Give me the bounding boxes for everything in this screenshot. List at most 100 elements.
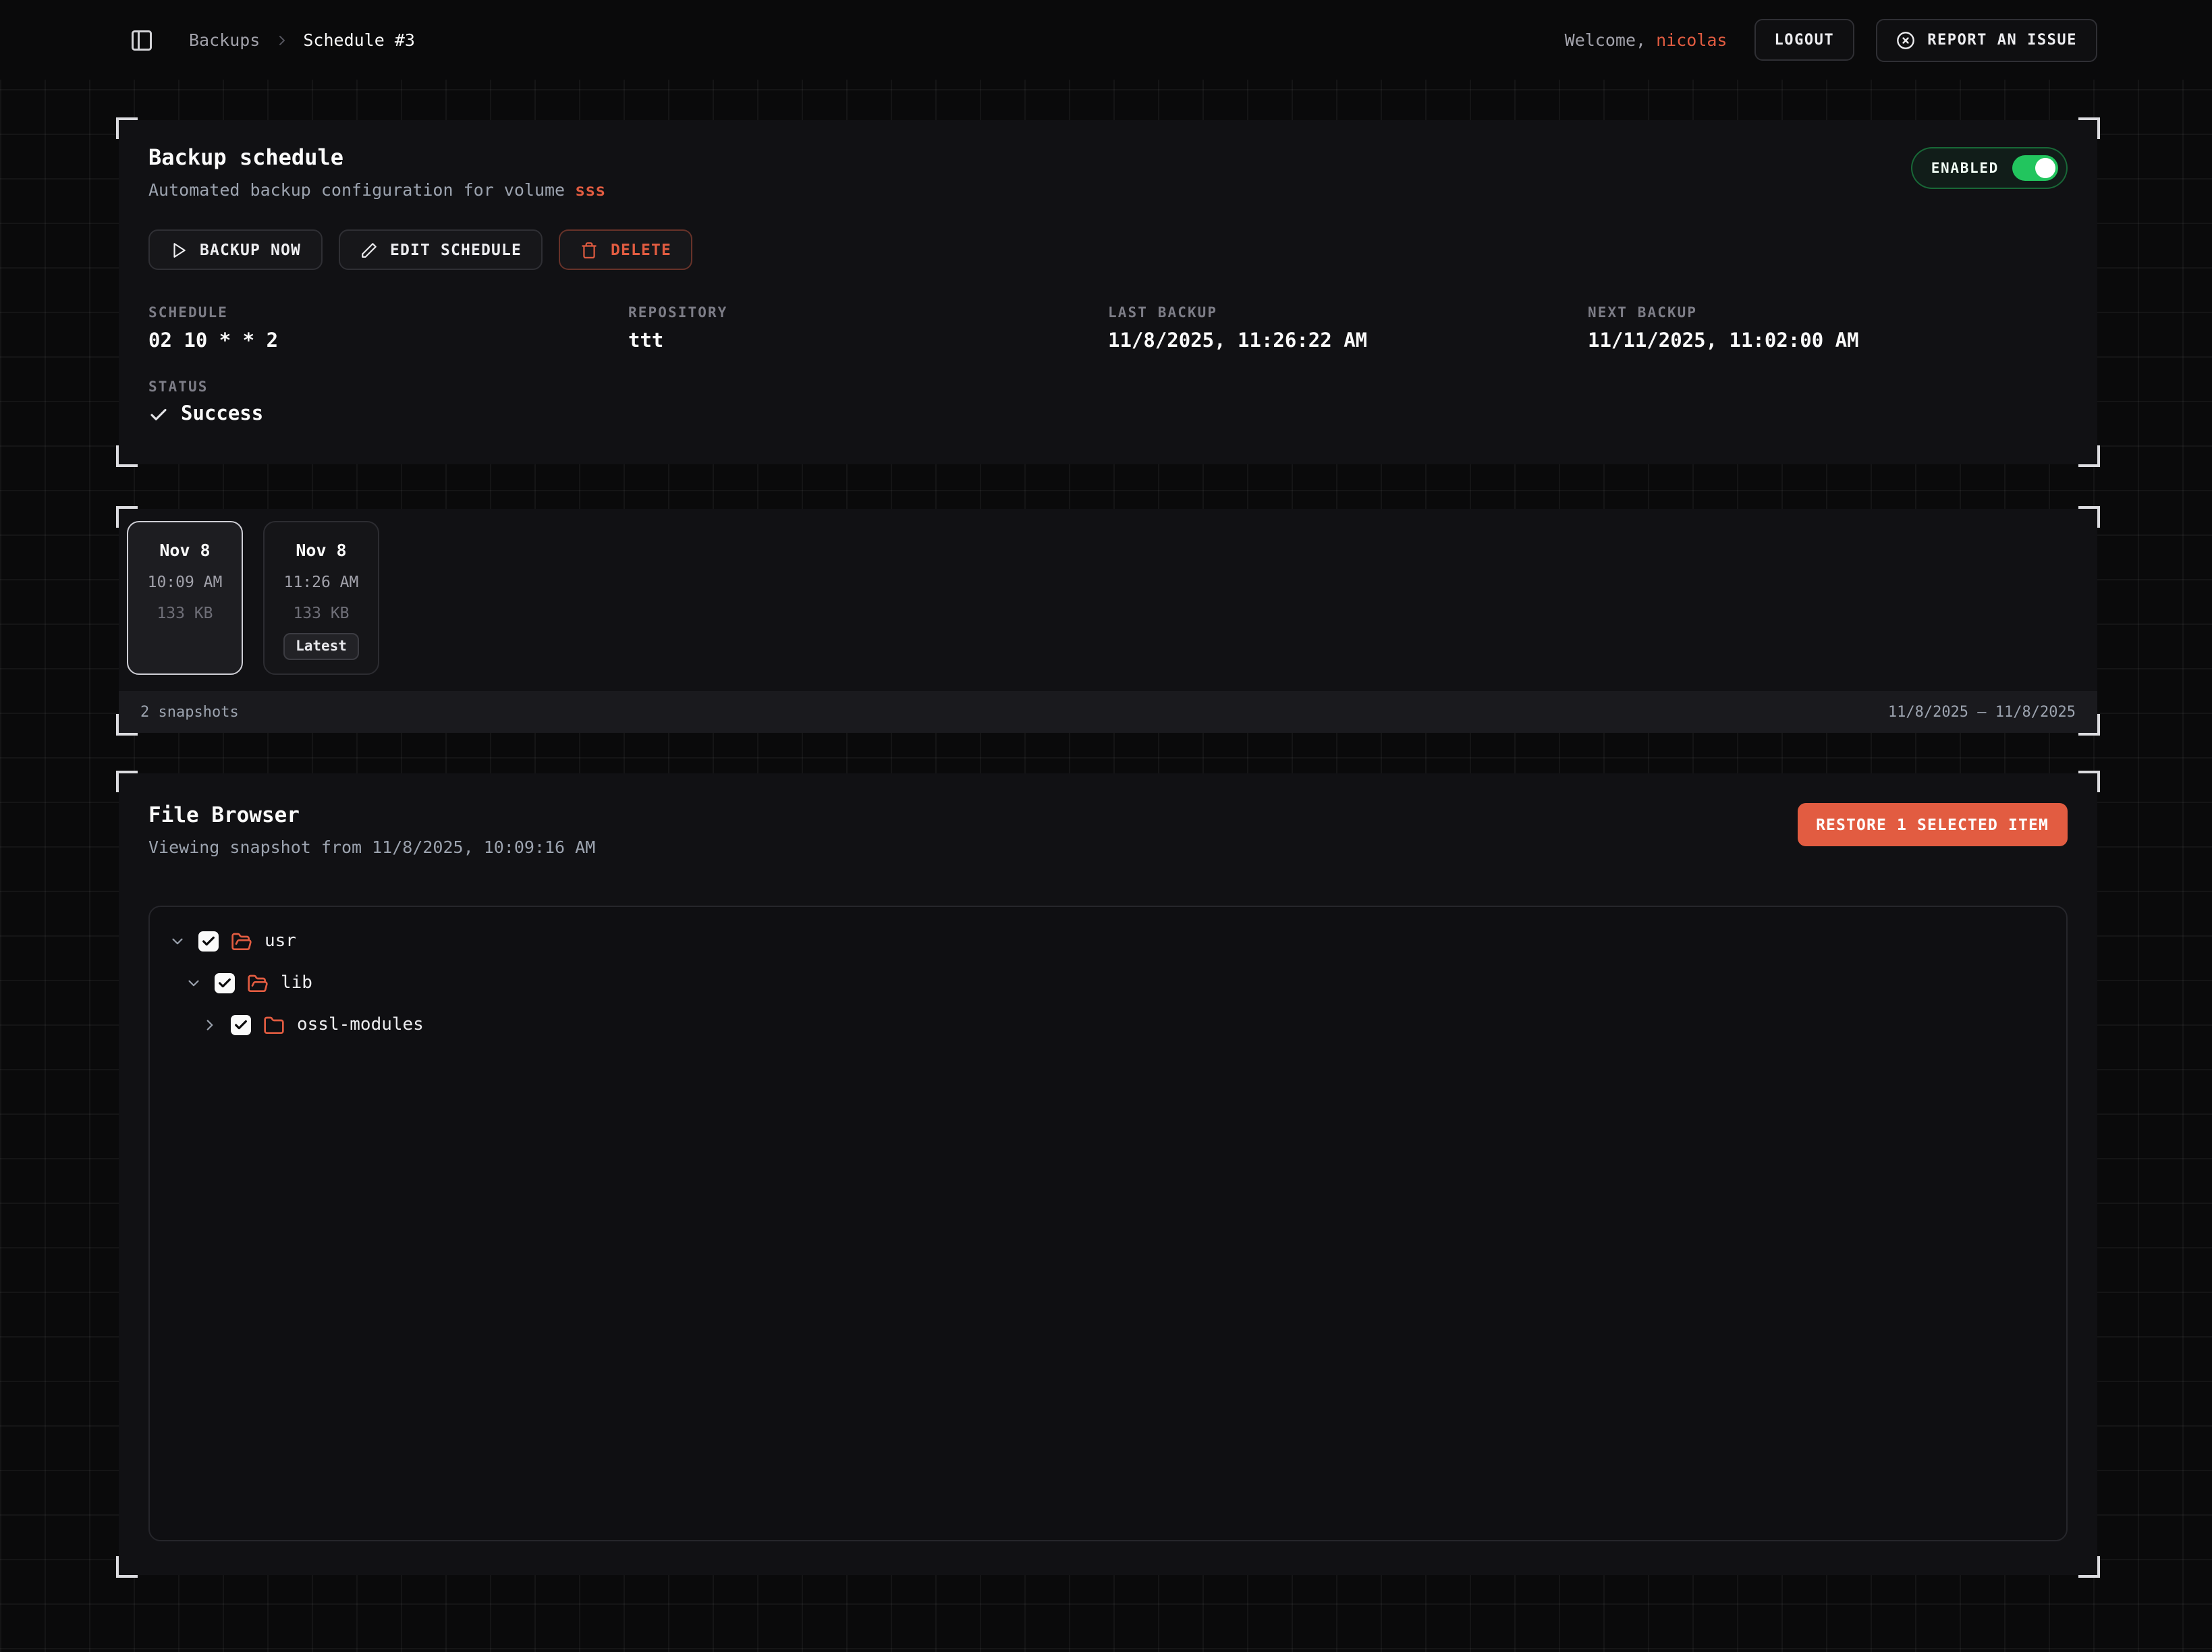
snapshot-card[interactable]: Nov 8 10:09 AM 133 KB — [127, 521, 243, 675]
schedule-actions: BACKUP NOW EDIT SCHEDULE DELETE — [148, 229, 2068, 270]
status-text: Success — [181, 404, 263, 425]
status-label: STATUS — [148, 379, 2068, 395]
welcome-text: Welcome, nicolas — [1565, 30, 1727, 50]
file-browser-card: File Browser Viewing snapshot from 11/8/… — [119, 773, 2097, 1575]
chevron-right-icon[interactable] — [201, 1016, 219, 1034]
restore-button-label: RESTORE 1 SELECTED ITEM — [1816, 815, 2049, 834]
snapshots-footer: 2 snapshots 11/8/2025 – 11/8/2025 — [119, 691, 2097, 733]
field-value: 11/8/2025, 11:26:22 AM — [1108, 331, 1588, 352]
file-browser-subtitle: Viewing snapshot from 11/8/2025, 10:09:1… — [148, 837, 595, 857]
field-label: NEXT BACKUP — [1588, 305, 2068, 321]
folder-open-icon — [231, 931, 252, 952]
edit-schedule-label: EDIT SCHEDULE — [390, 240, 522, 259]
logout-button-label: LOGOUT — [1775, 31, 1835, 49]
play-icon — [170, 241, 188, 258]
snapshot-size: 133 KB — [157, 603, 213, 622]
checkbox[interactable] — [198, 931, 219, 952]
tree-row[interactable]: ossl-modules — [169, 1004, 2047, 1046]
corner-bracket — [116, 1556, 138, 1578]
corner-bracket — [116, 117, 138, 139]
corner-bracket — [2078, 771, 2100, 792]
volume-name: sss — [575, 180, 605, 200]
field-label: LAST BACKUP — [1108, 305, 1588, 321]
header: Backups Schedule #3 Welcome, nicolas LOG… — [0, 0, 2212, 80]
backup-now-button[interactable]: BACKUP NOW — [148, 229, 323, 270]
check-icon — [233, 1018, 248, 1032]
snapshot-date: Nov 8 — [296, 540, 346, 560]
report-issue-button[interactable]: REPORT AN ISSUE — [1876, 18, 2097, 61]
field-value: 11/11/2025, 11:02:00 AM — [1588, 331, 2068, 352]
backup-schedule-card: Backup schedule Automated backup configu… — [119, 120, 2097, 464]
breadcrumb-backups[interactable]: Backups — [189, 30, 260, 50]
schedule-card-heading: Backup schedule Automated backup configu… — [148, 144, 605, 200]
field-value: 02 10 * * 2 — [148, 331, 628, 352]
file-browser-title: File Browser — [148, 803, 595, 827]
app-viewport: Backups Schedule #3 Welcome, nicolas LOG… — [0, 0, 2212, 1652]
panel-left-icon — [130, 28, 154, 52]
schedule-field: SCHEDULE 02 10 * * 2 — [148, 305, 628, 352]
file-tree: usr lib ossl-modules — [148, 906, 2068, 1541]
status-value: Success — [148, 404, 2068, 425]
snapshot-size: 133 KB — [293, 603, 349, 622]
backup-now-label: BACKUP NOW — [200, 240, 301, 259]
tree-item-label: ossl-modules — [297, 1015, 424, 1035]
edit-schedule-button[interactable]: EDIT SCHEDULE — [339, 229, 543, 270]
snapshot-time: 11:26 AM — [284, 572, 359, 591]
tree-row[interactable]: usr — [169, 920, 2047, 962]
header-right: Welcome, nicolas LOGOUT REPORT AN ISSUE — [1565, 18, 2097, 61]
trash-icon — [581, 241, 599, 258]
logout-button[interactable]: LOGOUT — [1754, 19, 1855, 61]
chevron-down-icon[interactable] — [169, 933, 186, 950]
snapshot-list: Nov 8 10:09 AM 133 KB Nov 8 11:26 AM 133 KB La… — [119, 509, 2097, 675]
enabled-toggle-label: ENABLED — [1931, 160, 1999, 176]
check-icon — [201, 934, 216, 949]
schedule-field: REPOSITORY ttt — [628, 305, 1108, 352]
toggle-switch[interactable] — [2012, 155, 2058, 181]
pencil-icon — [360, 241, 378, 258]
snapshot-time: 10:09 AM — [148, 572, 223, 591]
schedule-fields: SCHEDULE 02 10 * * 2REPOSITORY tttLAST BAC… — [148, 305, 2068, 352]
field-label: REPOSITORY — [628, 305, 1108, 321]
corner-bracket — [116, 771, 138, 792]
tree-row[interactable]: lib — [169, 962, 2047, 1004]
page-title: Backup schedule — [148, 144, 605, 170]
corner-bracket — [2078, 506, 2100, 528]
checkbox[interactable] — [215, 973, 235, 993]
schedule-field: LAST BACKUP 11/8/2025, 11:26:22 AM — [1108, 305, 1588, 352]
check-icon — [148, 404, 169, 424]
tree-item-label: lib — [281, 973, 312, 993]
username: nicolas — [1656, 30, 1727, 50]
restore-button[interactable]: RESTORE 1 SELECTED ITEM — [1797, 803, 2068, 846]
field-label: SCHEDULE — [148, 305, 628, 321]
sidebar-toggle-button[interactable] — [130, 28, 154, 52]
corner-bracket — [2078, 714, 2100, 736]
snapshot-count: 2 snapshots — [140, 703, 239, 721]
corner-bracket — [116, 445, 138, 467]
schedule-field: NEXT BACKUP 11/11/2025, 11:02:00 AM — [1588, 305, 2068, 352]
tree-item-label: usr — [265, 931, 296, 952]
corner-bracket — [2078, 445, 2100, 467]
snapshot-date: Nov 8 — [159, 540, 210, 560]
latest-badge: Latest — [283, 633, 359, 660]
delete-button[interactable]: DELETE — [559, 229, 693, 270]
delete-label: DELETE — [611, 240, 671, 259]
snapshots-section: Nov 8 10:09 AM 133 KB Nov 8 11:26 AM 133 KB La… — [119, 509, 2097, 733]
breadcrumb: Backups Schedule #3 — [189, 30, 415, 50]
checkbox[interactable] — [231, 1015, 251, 1035]
report-issue-icon — [1896, 30, 1915, 49]
report-issue-label: REPORT AN ISSUE — [1927, 31, 2077, 49]
breadcrumb-current: Schedule #3 — [303, 30, 415, 50]
chevron-down-icon[interactable] — [185, 974, 202, 992]
corner-bracket — [2078, 1556, 2100, 1578]
enabled-toggle[interactable]: ENABLED — [1911, 147, 2068, 189]
status-block: STATUS Success — [148, 379, 2068, 425]
folder-icon — [263, 1014, 285, 1036]
check-icon — [217, 976, 232, 991]
snapshot-card[interactable]: Nov 8 11:26 AM 133 KB Latest — [263, 521, 379, 675]
corner-bracket — [2078, 117, 2100, 139]
welcome-prefix: Welcome, — [1565, 30, 1656, 50]
corner-bracket — [116, 506, 138, 528]
corner-bracket — [116, 714, 138, 736]
toggle-knob — [2035, 158, 2055, 178]
field-value: ttt — [628, 331, 1108, 352]
